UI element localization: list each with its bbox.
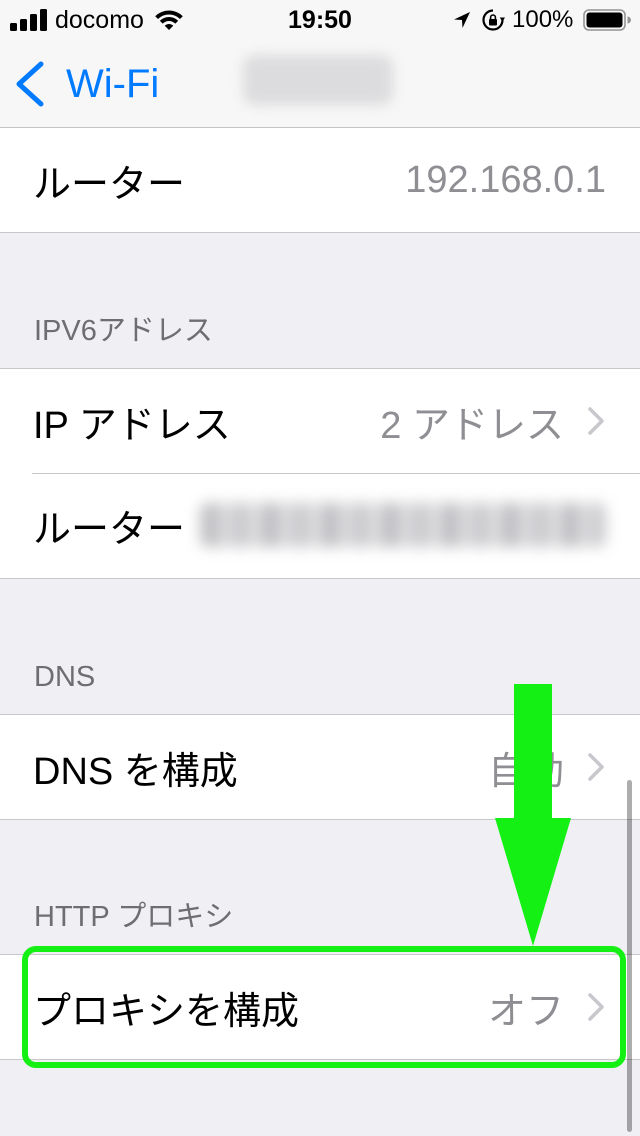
ipv6-router-label: ルーター	[33, 509, 186, 551]
ipv6-address-row[interactable]: IP アドレス 2 アドレス	[0, 369, 640, 473]
section-header-ipv6-label: IPV6アドレス	[34, 315, 213, 347]
scroll-indicator[interactable]	[627, 780, 632, 1132]
router-label: ルーター	[33, 163, 186, 206]
ipv6-address-value: 2 アドレス	[380, 404, 564, 447]
annotation-down-arrow-icon	[495, 684, 571, 946]
nav-bar: Wi-Fi	[0, 40, 640, 128]
ipv6-router-row: ルーター	[0, 473, 640, 578]
configure-dns-label: DNS を構成	[33, 750, 238, 793]
back-button[interactable]: Wi-Fi	[14, 40, 159, 127]
chevron-left-icon	[16, 61, 44, 106]
battery-icon	[583, 0, 631, 40]
redacted-ipv6-router-value	[200, 503, 606, 547]
redacted-network-name	[243, 55, 393, 105]
router-row: ルーター 192.168.0.1	[0, 128, 640, 232]
ipv6-address-label: IP アドレス	[33, 404, 231, 447]
ipv6-section: IP アドレス 2 アドレス ルーター	[0, 368, 640, 579]
battery-percentage: 100%	[512, 6, 574, 33]
chevron-right-icon	[588, 407, 604, 435]
section-header-http-proxy-label: HTTP プロキシ	[34, 901, 234, 933]
section-header-ipv6: IPV6アドレス	[0, 233, 640, 368]
back-button-label: Wi-Fi	[66, 61, 160, 106]
chevron-right-icon	[588, 753, 604, 781]
section-header-dns-label: DNS	[34, 661, 96, 693]
ipv4-router-section: ルーター 192.168.0.1	[0, 128, 640, 233]
annotation-highlight-box	[22, 946, 626, 1068]
status-bar: docomo 19:50 100%	[0, 0, 640, 40]
location-arrow-icon	[453, 0, 471, 40]
router-address: 192.168.0.1	[405, 158, 606, 201]
orientation-lock-icon	[481, 0, 505, 40]
